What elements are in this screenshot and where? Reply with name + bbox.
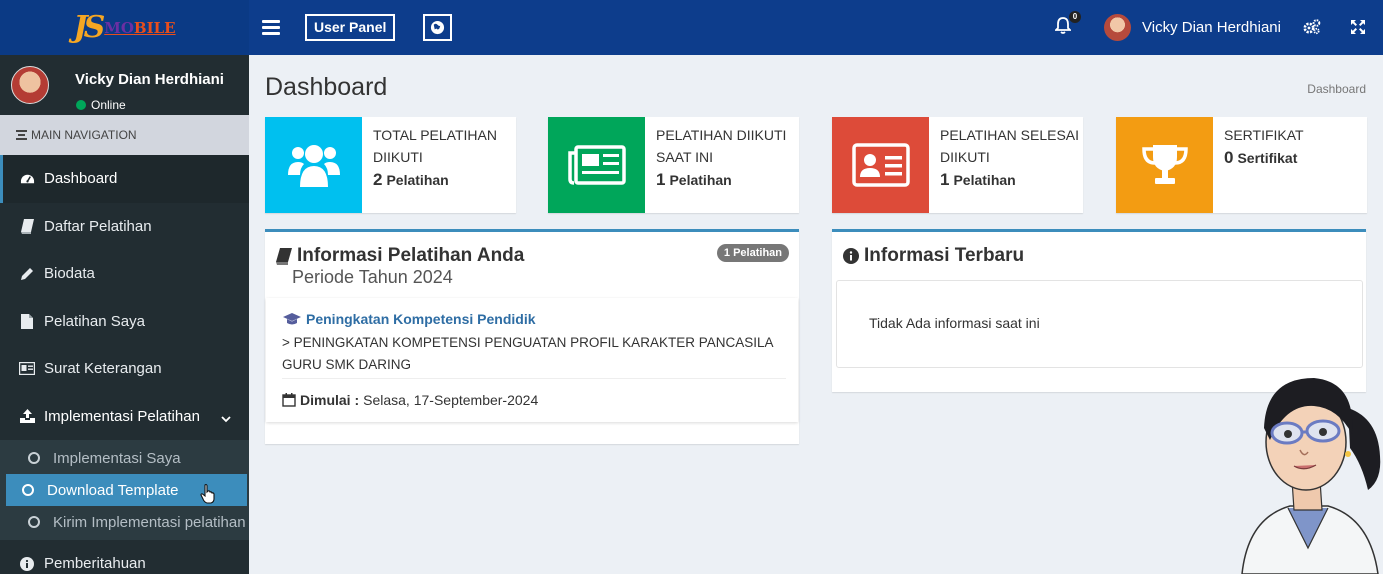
trophy-icon xyxy=(1116,117,1213,213)
divider xyxy=(282,378,786,379)
sidebar-item-label: Implementasi Pelatihan xyxy=(44,407,200,425)
training-box-header: Informasi Pelatihan Anda Periode Tahun 2… xyxy=(276,245,524,288)
submenu-item-download-template[interactable]: Download Template xyxy=(6,474,247,506)
address-card-icon xyxy=(832,117,929,213)
online-dot-icon xyxy=(76,100,86,110)
info-box-value: 2 Pelatihan xyxy=(373,170,449,189)
info-box-total-pelatihan: TOTAL PELATIHAN DIIKUTI 2 Pelatihan xyxy=(265,117,516,213)
page-title: Dashboard xyxy=(265,73,388,101)
dashboard-icon xyxy=(19,171,35,187)
sidebar-user-name: Vicky Dian Herdhiani xyxy=(75,71,224,88)
header-user-name: Vicky Dian Herdhiani xyxy=(1142,19,1281,36)
sidebar-item-implementasi-pelatihan[interactable]: Implementasi Pelatihan xyxy=(0,393,249,441)
fullscreen-icon[interactable] xyxy=(1350,19,1366,40)
info-box-label: SERTIFIKAT xyxy=(1224,127,1304,143)
info-box-label: PELATIHAN SELESAI DIIKUTI xyxy=(940,127,1080,165)
breadcrumb[interactable]: Dashboard xyxy=(1307,82,1366,96)
cogs-icon[interactable] xyxy=(1303,19,1321,40)
status-label: Online xyxy=(91,98,126,112)
course-title-link[interactable]: Peningkatan Kompetensi Pendidik xyxy=(283,311,536,327)
logo-area[interactable]: JS MOBILE xyxy=(0,0,249,55)
book-icon xyxy=(276,247,292,265)
sidebar-item-biodata[interactable]: Biodata xyxy=(0,250,249,298)
info-box-pelatihan-saat-ini: PELATIHAN DIIKUTI SAAT INI 1 Pelatihan xyxy=(548,117,799,213)
logo-js: JS xyxy=(73,10,105,45)
top-header: JS MOBILE User Panel 0 Vicky Dian Herdhi… xyxy=(0,0,1383,55)
sidebar-item-label: Pemberitahuan xyxy=(44,555,146,573)
sidebar: Vicky Dian Herdhiani Online MAIN NAVIGAT… xyxy=(0,55,249,574)
info-circle-icon xyxy=(843,248,859,264)
sidebar-item-label: Pelatihan Saya xyxy=(44,312,145,330)
info-icon xyxy=(19,556,35,572)
globe-icon[interactable] xyxy=(423,14,452,41)
training-box-title: Informasi Pelatihan Anda xyxy=(276,245,524,267)
training-count-badge: 1 Pelatihan xyxy=(716,244,789,262)
info-box-label: TOTAL PELATIHAN DIIKUTI xyxy=(373,127,497,165)
sidebar-avatar xyxy=(11,66,49,104)
sidebar-user-panel: Vicky Dian Herdhiani Online xyxy=(0,55,249,115)
sidebar-item-label: Surat Keterangan xyxy=(44,360,162,378)
sidebar-item-pelatihan-saya[interactable]: Pelatihan Saya xyxy=(0,298,249,346)
newspaper-icon xyxy=(548,117,645,213)
course-start-date: Dimulai : Selasa, 17-September-2024 xyxy=(282,392,538,408)
presenter-character-illustration xyxy=(1230,368,1383,574)
pencil-icon xyxy=(19,266,35,282)
course-description: > PENINGKATAN KOMPETENSI PENGUATAN PROFI… xyxy=(282,335,773,372)
sidebar-item-label: Biodata xyxy=(44,265,95,283)
submenu-item-label: Download Template xyxy=(47,481,179,499)
notification-bell-icon[interactable]: 0 xyxy=(1053,11,1081,37)
circle-icon xyxy=(22,484,34,496)
user-panel-button[interactable]: User Panel xyxy=(305,14,396,41)
header-user-menu[interactable]: Vicky Dian Herdhiani xyxy=(1104,14,1281,41)
sidebar-item-pemberitahuan[interactable]: Pemberitahuan xyxy=(0,540,249,574)
id-card-icon xyxy=(19,361,35,377)
logo-mobile: MOBILE xyxy=(104,18,176,37)
sidebar-item-surat-keterangan[interactable]: Surat Keterangan xyxy=(0,345,249,393)
implementasi-submenu: Implementasi Saya Download Template Kiri… xyxy=(0,440,249,540)
empty-info-text: Tidak Ada informasi saat ini xyxy=(869,315,1040,331)
calendar-icon xyxy=(282,393,296,407)
menu-lines-icon xyxy=(16,130,27,140)
submenu-item-label: Implementasi Saya xyxy=(53,449,181,467)
info-box-value: 0 Sertifikat xyxy=(1224,148,1298,167)
header-avatar xyxy=(1104,14,1131,41)
sidebar-item-label: Daftar Pelatihan xyxy=(44,217,152,235)
info-box-sertifikat: SERTIFIKAT 0 Sertifikat xyxy=(1116,117,1367,213)
users-icon xyxy=(265,117,362,213)
hand-cursor-icon xyxy=(200,484,216,504)
info-box-value: 1 Pelatihan xyxy=(656,170,732,189)
online-status: Online xyxy=(76,98,126,112)
nav-header: MAIN NAVIGATION xyxy=(0,115,249,155)
sidebar-item-label: Dashboard xyxy=(44,170,118,188)
submenu-item-kirim-implementasi[interactable]: Kirim Implementasi pelatihan xyxy=(6,506,247,538)
training-box-subtitle: Periode Tahun 2024 xyxy=(292,267,453,287)
info-box-pelatihan-selesai: PELATIHAN SELESAI DIIKUTI 1 Pelatihan xyxy=(832,117,1083,213)
training-item-card: Peningkatan Kompetensi Pendidik > PENING… xyxy=(266,298,798,422)
graduation-cap-icon xyxy=(283,312,301,324)
upload-icon xyxy=(19,408,35,424)
sidebar-item-daftar-pelatihan[interactable]: Daftar Pelatihan xyxy=(0,203,249,251)
info-box-value: 1 Pelatihan xyxy=(940,170,1016,189)
submenu-item-implementasi-saya[interactable]: Implementasi Saya xyxy=(6,442,247,474)
training-info-box: Informasi Pelatihan Anda Periode Tahun 2… xyxy=(265,229,799,444)
sidebar-item-dashboard[interactable]: Dashboard xyxy=(0,155,249,203)
file-icon xyxy=(19,313,35,329)
submenu-item-label: Kirim Implementasi pelatihan xyxy=(53,513,246,531)
chevron-down-icon xyxy=(221,410,231,427)
latest-info-title: Informasi Terbaru xyxy=(843,245,1024,267)
app-logo[interactable]: JS MOBILE xyxy=(73,10,175,45)
book-icon xyxy=(19,218,35,234)
info-box-label: PELATIHAN DIIKUTI SAAT INI xyxy=(656,127,787,165)
latest-info-panel: Tidak Ada informasi saat ini xyxy=(836,280,1363,368)
circle-icon xyxy=(28,516,40,528)
circle-icon xyxy=(28,452,40,464)
notification-count: 0 xyxy=(1069,11,1081,23)
hamburger-menu-icon[interactable] xyxy=(262,17,280,37)
